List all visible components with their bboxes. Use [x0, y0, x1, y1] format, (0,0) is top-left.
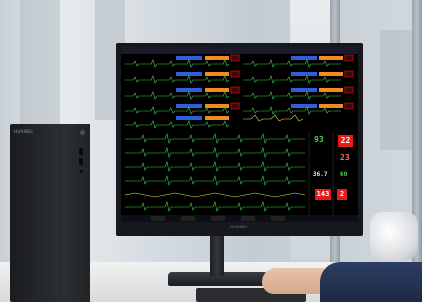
tower-brand-logo: HUAWEI [14, 129, 34, 134]
row-value-boxes [230, 54, 354, 110]
alarm-value-box[interactable]: 2 [337, 189, 347, 200]
value-box [344, 54, 354, 62]
row-header-bar [291, 104, 317, 108]
value-box [344, 102, 354, 110]
waveform-traces [124, 59, 341, 212]
ecg-trace [243, 91, 341, 100]
usb-port[interactable] [79, 158, 83, 165]
vital-value: 93 [314, 135, 324, 144]
alarm-value: 2 [339, 190, 345, 198]
value-box [230, 70, 240, 78]
monitor-stand-neck [210, 236, 224, 276]
decorative-crystal-object [370, 212, 418, 260]
bottom-status-button [151, 216, 165, 221]
ecg-trace [125, 146, 305, 158]
alarm-value: 143 [316, 190, 330, 198]
row-headers [176, 56, 343, 120]
ecg-trace [125, 200, 305, 212]
row-header-bar [205, 116, 229, 120]
vital-value: 60 [340, 171, 348, 178]
row-header-bar [319, 56, 343, 60]
row-header-bar [291, 72, 317, 76]
power-button[interactable] [80, 130, 85, 135]
ecg-trace [125, 132, 305, 144]
value-box [344, 86, 354, 94]
row-header-bar [205, 56, 229, 60]
pc-tower-front-panel [62, 124, 90, 302]
row-header-bar [319, 72, 343, 76]
audio-jack[interactable] [80, 170, 83, 173]
resp-trace [124, 192, 306, 198]
alarm-value-box[interactable]: 143 [315, 189, 331, 200]
ecg-trace [125, 120, 230, 129]
monitor-brand-logo: HUAWEI [230, 225, 248, 229]
ecg-trace [125, 160, 305, 172]
ecg-trace [125, 174, 305, 186]
row-header-bar [205, 72, 229, 76]
ecg-trace [125, 59, 230, 68]
distant-building [380, 30, 416, 150]
row-header-bar [205, 88, 229, 92]
bottom-status-button [241, 216, 255, 221]
ecg-trace [125, 106, 230, 115]
ecg-trace [125, 75, 230, 84]
ecg-trace [125, 91, 230, 100]
bottom-status-button [211, 216, 225, 221]
vital-value: 23 [340, 153, 350, 162]
vital-value: 36.7 [313, 171, 328, 178]
ecg-trace [243, 59, 341, 68]
ecg-trace [243, 106, 341, 115]
suit-sleeve [320, 262, 422, 302]
value-box [230, 54, 240, 62]
value-box [344, 70, 354, 78]
row-header-bar [319, 104, 343, 108]
ecg-trace [243, 75, 341, 84]
pleth-trace [243, 114, 304, 122]
monitor-screen[interactable]: 93 22 23 36.7 60 143 2 [121, 47, 358, 222]
row-header-bar [319, 88, 343, 92]
alarm-value: 22 [340, 136, 351, 145]
row-header-bar [291, 88, 317, 92]
value-box [230, 86, 240, 94]
usb-port[interactable] [79, 148, 83, 155]
value-box [230, 102, 240, 110]
alarm-value-box[interactable]: 22 [338, 135, 353, 147]
bottom-status-button [181, 216, 195, 221]
row-header-bar [176, 116, 202, 120]
row-header-bar [291, 56, 317, 60]
bottom-status-button [271, 216, 285, 221]
